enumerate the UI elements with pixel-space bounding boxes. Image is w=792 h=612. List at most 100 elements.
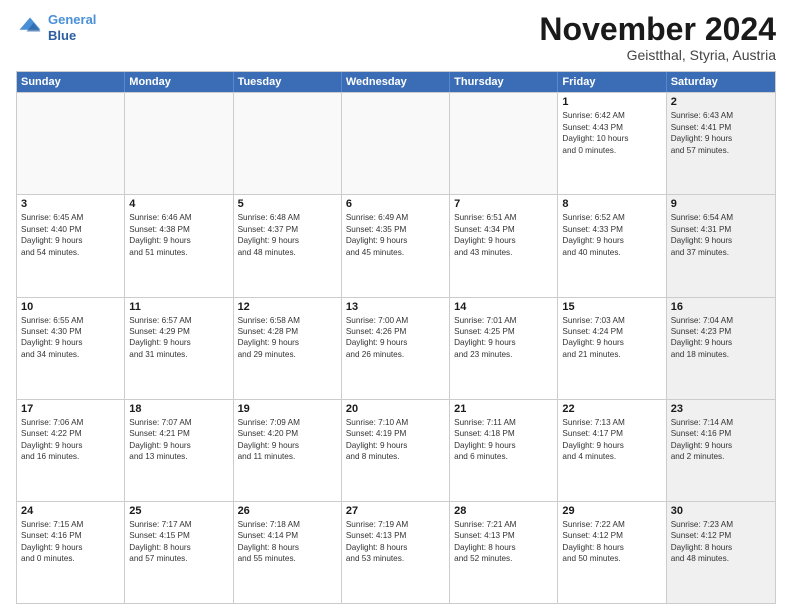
- calendar-cell: [234, 93, 342, 194]
- day-number: 13: [346, 301, 445, 313]
- day-number: 22: [562, 403, 661, 415]
- day-number: 9: [671, 198, 771, 210]
- day-number: 27: [346, 505, 445, 517]
- day-number: 8: [562, 198, 661, 210]
- day-info: Sunrise: 7:01 AM Sunset: 4:25 PM Dayligh…: [454, 315, 553, 361]
- day-number: 5: [238, 198, 337, 210]
- day-info: Sunrise: 6:54 AM Sunset: 4:31 PM Dayligh…: [671, 212, 771, 258]
- calendar-cell: 24 Sunrise: 7:15 AM Sunset: 4:16 PM Dayli…: [17, 502, 125, 603]
- weekday-header: Friday: [558, 72, 666, 92]
- day-number: 18: [129, 403, 228, 415]
- day-info: Sunrise: 6:43 AM Sunset: 4:41 PM Dayligh…: [671, 110, 771, 156]
- day-number: 26: [238, 505, 337, 517]
- calendar-cell: 25 Sunrise: 7:17 AM Sunset: 4:15 PM Dayli…: [125, 502, 233, 603]
- calendar-cell: 7Sunrise: 6:51 AM Sunset: 4:34 PM Daylig…: [450, 195, 558, 296]
- day-info: Sunrise: 6:58 AM Sunset: 4:28 PM Dayligh…: [238, 315, 337, 361]
- weekday-header: Tuesday: [234, 72, 342, 92]
- calendar-cell: 22 Sunrise: 7:13 AM Sunset: 4:17 PM Dayli…: [558, 400, 666, 501]
- day-number: 24: [21, 505, 120, 517]
- calendar-cell: 19Sunrise: 7:09 AM Sunset: 4:20 PM Dayli…: [234, 400, 342, 501]
- calendar-cell: 12 Sunrise: 6:58 AM Sunset: 4:28 PM Dayli…: [234, 298, 342, 399]
- day-number: 20: [346, 403, 445, 415]
- calendar-cell: 11 Sunrise: 6:57 AM Sunset: 4:29 PM Dayli…: [125, 298, 233, 399]
- weekday-header: Thursday: [450, 72, 558, 92]
- day-info: Sunrise: 6:49 AM Sunset: 4:35 PM Dayligh…: [346, 212, 445, 258]
- logo-text: General Blue: [48, 12, 96, 43]
- calendar-cell: 2 Sunrise: 6:43 AM Sunset: 4:41 PM Daylig…: [667, 93, 775, 194]
- day-info: Sunrise: 6:55 AM Sunset: 4:30 PM Dayligh…: [21, 315, 120, 361]
- day-number: 28: [454, 505, 553, 517]
- calendar-cell: 27 Sunrise: 7:19 AM Sunset: 4:13 PM Dayli…: [342, 502, 450, 603]
- calendar-cell: 26 Sunrise: 7:18 AM Sunset: 4:14 PM Dayli…: [234, 502, 342, 603]
- day-info: Sunrise: 6:52 AM Sunset: 4:33 PM Dayligh…: [562, 212, 661, 258]
- day-info: Sunrise: 7:15 AM Sunset: 4:16 PM Dayligh…: [21, 519, 120, 565]
- day-info: Sunrise: 7:18 AM Sunset: 4:14 PM Dayligh…: [238, 519, 337, 565]
- day-number: 16: [671, 301, 771, 313]
- calendar-row: 10 Sunrise: 6:55 AM Sunset: 4:30 PM Dayli…: [17, 297, 775, 399]
- calendar-cell: 13Sunrise: 7:00 AM Sunset: 4:26 PM Dayli…: [342, 298, 450, 399]
- header: General Blue November 2024 Geistthal, St…: [16, 12, 776, 63]
- day-info: Sunrise: 7:19 AM Sunset: 4:13 PM Dayligh…: [346, 519, 445, 565]
- calendar-cell: [342, 93, 450, 194]
- calendar-cell: 5 Sunrise: 6:48 AM Sunset: 4:37 PM Daylig…: [234, 195, 342, 296]
- day-number: 21: [454, 403, 553, 415]
- day-number: 7: [454, 198, 553, 210]
- day-number: 12: [238, 301, 337, 313]
- day-number: 17: [21, 403, 120, 415]
- calendar-cell: 8 Sunrise: 6:52 AM Sunset: 4:33 PM Daylig…: [558, 195, 666, 296]
- day-number: 30: [671, 505, 771, 517]
- day-info: Sunrise: 7:04 AM Sunset: 4:23 PM Dayligh…: [671, 315, 771, 361]
- day-number: 4: [129, 198, 228, 210]
- day-info: Sunrise: 7:21 AM Sunset: 4:13 PM Dayligh…: [454, 519, 553, 565]
- day-number: 2: [671, 96, 771, 108]
- calendar-cell: [450, 93, 558, 194]
- day-info: Sunrise: 6:46 AM Sunset: 4:38 PM Dayligh…: [129, 212, 228, 258]
- day-info: Sunrise: 7:03 AM Sunset: 4:24 PM Dayligh…: [562, 315, 661, 361]
- day-info: Sunrise: 7:14 AM Sunset: 4:16 PM Dayligh…: [671, 417, 771, 463]
- subtitle: Geistthal, Styria, Austria: [539, 47, 776, 63]
- calendar-cell: 16 Sunrise: 7:04 AM Sunset: 4:23 PM Dayli…: [667, 298, 775, 399]
- day-info: Sunrise: 7:17 AM Sunset: 4:15 PM Dayligh…: [129, 519, 228, 565]
- calendar-cell: 21 Sunrise: 7:11 AM Sunset: 4:18 PM Dayli…: [450, 400, 558, 501]
- calendar-cell: 23Sunrise: 7:14 AM Sunset: 4:16 PM Dayli…: [667, 400, 775, 501]
- weekday-header: Monday: [125, 72, 233, 92]
- day-info: Sunrise: 7:11 AM Sunset: 4:18 PM Dayligh…: [454, 417, 553, 463]
- weekday-header: Sunday: [17, 72, 125, 92]
- day-number: 14: [454, 301, 553, 313]
- day-number: 3: [21, 198, 120, 210]
- day-info: Sunrise: 6:57 AM Sunset: 4:29 PM Dayligh…: [129, 315, 228, 361]
- calendar-cell: 14 Sunrise: 7:01 AM Sunset: 4:25 PM Dayli…: [450, 298, 558, 399]
- calendar-row: 17 Sunrise: 7:06 AM Sunset: 4:22 PM Dayli…: [17, 399, 775, 501]
- day-info: Sunrise: 7:09 AM Sunset: 4:20 PM Dayligh…: [238, 417, 337, 463]
- title-block: November 2024 Geistthal, Styria, Austria: [539, 12, 776, 63]
- day-info: Sunrise: 7:07 AM Sunset: 4:21 PM Dayligh…: [129, 417, 228, 463]
- logo-icon: [16, 14, 44, 42]
- calendar-cell: 9 Sunrise: 6:54 AM Sunset: 4:31 PM Daylig…: [667, 195, 775, 296]
- day-info: Sunrise: 6:48 AM Sunset: 4:37 PM Dayligh…: [238, 212, 337, 258]
- calendar-body: 1 Sunrise: 6:42 AM Sunset: 4:43 PM Daylig…: [17, 92, 775, 603]
- calendar-cell: [125, 93, 233, 194]
- day-info: Sunrise: 7:23 AM Sunset: 4:12 PM Dayligh…: [671, 519, 771, 565]
- day-info: Sunrise: 6:42 AM Sunset: 4:43 PM Dayligh…: [562, 110, 661, 156]
- day-number: 1: [562, 96, 661, 108]
- calendar-row: 3 Sunrise: 6:45 AM Sunset: 4:40 PM Daylig…: [17, 194, 775, 296]
- calendar-cell: 29 Sunrise: 7:22 AM Sunset: 4:12 PM Dayli…: [558, 502, 666, 603]
- calendar-cell: 6Sunrise: 6:49 AM Sunset: 4:35 PM Daylig…: [342, 195, 450, 296]
- calendar-cell: 3 Sunrise: 6:45 AM Sunset: 4:40 PM Daylig…: [17, 195, 125, 296]
- calendar-cell: 17 Sunrise: 7:06 AM Sunset: 4:22 PM Dayli…: [17, 400, 125, 501]
- day-info: Sunrise: 7:13 AM Sunset: 4:17 PM Dayligh…: [562, 417, 661, 463]
- page: General Blue November 2024 Geistthal, St…: [0, 0, 792, 612]
- day-number: 29: [562, 505, 661, 517]
- day-info: Sunrise: 7:06 AM Sunset: 4:22 PM Dayligh…: [21, 417, 120, 463]
- day-number: 10: [21, 301, 120, 313]
- logo: General Blue: [16, 12, 96, 43]
- calendar-cell: 15Sunrise: 7:03 AM Sunset: 4:24 PM Dayli…: [558, 298, 666, 399]
- day-info: Sunrise: 7:22 AM Sunset: 4:12 PM Dayligh…: [562, 519, 661, 565]
- day-info: Sunrise: 6:45 AM Sunset: 4:40 PM Dayligh…: [21, 212, 120, 258]
- day-number: 25: [129, 505, 228, 517]
- weekday-header: Wednesday: [342, 72, 450, 92]
- calendar-cell: [17, 93, 125, 194]
- day-number: 11: [129, 301, 228, 313]
- weekday-header: Saturday: [667, 72, 775, 92]
- calendar-cell: 20Sunrise: 7:10 AM Sunset: 4:19 PM Dayli…: [342, 400, 450, 501]
